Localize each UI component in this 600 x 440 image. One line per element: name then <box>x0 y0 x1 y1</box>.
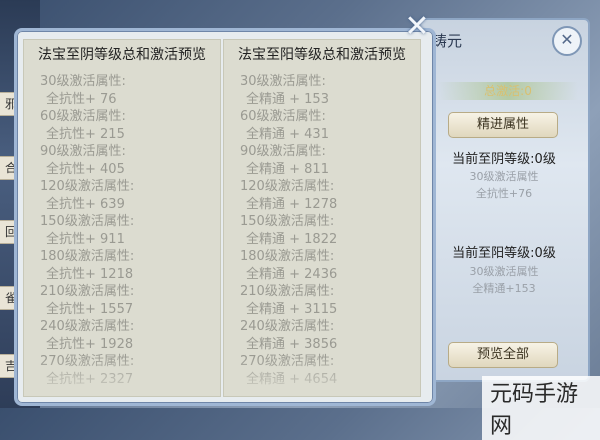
activation-attribute-value: 全精通 + 1278 <box>246 196 338 212</box>
yin-preview-list[interactable]: 30级激活属性: 全抗性+ 76 60级激活属性: 全抗性+ 215 90级激活属性: 全… <box>24 70 220 387</box>
refine-attributes-button[interactable]: 精进属性 <box>448 112 558 138</box>
close-icon[interactable]: ✕ <box>402 12 432 42</box>
activation-level-label: 120级激活属性: <box>40 179 135 194</box>
activation-level-label: 240级激活属性: <box>40 319 135 334</box>
activation-level-label: 120级激活属性: <box>240 179 335 194</box>
activation-level-label: 30级激活属性: <box>40 74 126 89</box>
activation-level-label: 60级激活属性: <box>40 109 126 124</box>
activation-attribute-value: 全抗性+ 405 <box>46 161 125 177</box>
yin-preview-column: 法宝至阴等级总和激活预览 30级激活属性: 全抗性+ 76 60级激活属性: 全抗性+… <box>23 39 221 397</box>
forge-window: 铸元 ✕ 总激活:0 精进属性 当前至阴等级:0级 30级激活属性 全抗性+76… <box>418 18 590 382</box>
preview-all-button[interactable]: 预览全部 <box>448 342 558 368</box>
activation-preview-popup: 法宝至阴等级总和激活预览 30级激活属性: 全抗性+ 76 60级激活属性: 全抗性+… <box>14 28 436 406</box>
yang-preview-header: 法宝至阳等级总和激活预览 <box>238 47 406 63</box>
activation-level-label: 180级激活属性: <box>40 249 135 264</box>
activation-attribute-value: 全抗性+ 1557 <box>46 301 134 317</box>
activation-level-label: 210级激活属性: <box>240 284 335 299</box>
yin-activation-value: 全抗性+76 <box>475 187 533 200</box>
watermark-text: 元码手游网 <box>482 376 600 440</box>
activation-attribute-value: 全抗性+ 215 <box>46 126 125 142</box>
activation-attribute-value: 全精通 + 431 <box>246 126 329 142</box>
activation-attribute-value: 全抗性+ 76 <box>46 91 117 107</box>
activation-level-label: 90级激活属性: <box>240 144 326 159</box>
yang-level-title: 当前至阳等级:0级 <box>452 246 556 261</box>
activation-attribute-value: 全抗性+ 911 <box>46 231 125 247</box>
yang-preview-column: 法宝至阳等级总和激活预览 30级激活属性: 全精通 + 153 60级激活属性: 全精… <box>223 39 421 397</box>
activation-attribute-value: 全抗性+ 1928 <box>46 336 134 352</box>
yang-preview-list[interactable]: 30级激活属性: 全精通 + 153 60级激活属性: 全精通 + 431 90级激活属… <box>224 70 420 387</box>
yin-preview-header: 法宝至阴等级总和激活预览 <box>38 47 206 63</box>
activation-level-label: 150级激活属性: <box>240 214 335 229</box>
scroll-fade <box>24 356 220 396</box>
activation-level-label: 30级激活属性: <box>240 74 326 89</box>
close-icon[interactable]: ✕ <box>552 26 582 56</box>
total-activation-label: 总激活:0 <box>438 82 578 100</box>
forge-window-title: 铸元 <box>432 32 463 50</box>
activation-level-label: 210级激活属性: <box>40 284 135 299</box>
activation-attribute-value: 全精通 + 811 <box>246 161 329 177</box>
activation-level-label: 60级激活属性: <box>240 109 326 124</box>
activation-attribute-value: 全精通 + 3856 <box>246 336 338 352</box>
activation-attribute-value: 全抗性+ 1218 <box>46 266 134 282</box>
activation-attribute-value: 全精通 + 1822 <box>246 231 338 247</box>
activation-attribute-value: 全精通 + 2436 <box>246 266 338 282</box>
activation-level-label: 150级激活属性: <box>40 214 135 229</box>
yang-activation-label: 30级激活属性 <box>469 265 539 278</box>
activation-attribute-value: 全精通 + 153 <box>246 91 329 107</box>
activation-level-label: 240级激活属性: <box>240 319 335 334</box>
activation-level-label: 90级激活属性: <box>40 144 126 159</box>
activation-level-label: 180级激活属性: <box>240 249 335 264</box>
activation-attribute-value: 全精通 + 3115 <box>246 301 338 317</box>
yin-activation-label: 30级激活属性 <box>469 170 539 183</box>
yang-activation-value: 全精通+153 <box>472 282 536 295</box>
yin-level-title: 当前至阴等级:0级 <box>452 152 556 167</box>
scroll-fade <box>224 356 420 396</box>
activation-attribute-value: 全抗性+ 639 <box>46 196 125 212</box>
